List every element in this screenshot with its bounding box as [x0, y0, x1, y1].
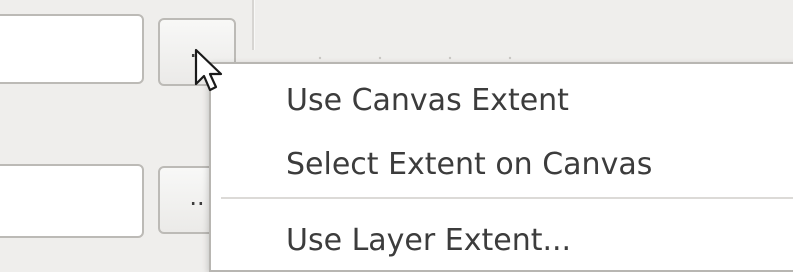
arrow-cursor-icon [194, 48, 223, 92]
extent-input-top[interactable] [0, 14, 144, 84]
menu-item-use-layer-extent[interactable]: Use Layer Extent... [286, 226, 571, 256]
menu-item-use-canvas-extent[interactable]: Use Canvas Extent [286, 86, 569, 116]
menu-separator [221, 197, 793, 199]
background-dotted-line [318, 56, 512, 60]
extent-context-menu: Use Canvas Extent Select Extent on Canva… [209, 62, 793, 272]
extent-input-bottom[interactable] [0, 164, 144, 238]
vertical-divider-highlight [254, 0, 255, 50]
menu-item-select-extent-on-canvas[interactable]: Select Extent on Canvas [286, 150, 652, 180]
